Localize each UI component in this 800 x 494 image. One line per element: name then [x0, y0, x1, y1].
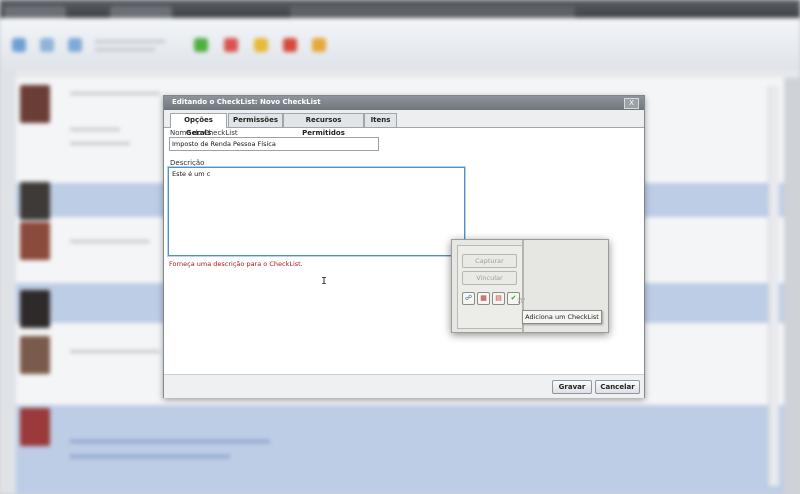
list-header [0, 70, 800, 78]
ribbon-icon [194, 38, 208, 52]
list-row [16, 405, 784, 494]
tab-opcoes-gerais[interactable]: Opções Gerais [170, 113, 227, 137]
error-message: Forneça uma descrição para o CheckList. [169, 260, 303, 268]
descricao-textarea[interactable]: Este é um c I [168, 167, 465, 287]
ribbon-icon [68, 38, 82, 52]
avatar [20, 408, 50, 446]
ribbon-icon [12, 38, 26, 52]
save-button[interactable]: Gravar [552, 380, 592, 394]
close-button[interactable]: X [624, 98, 639, 109]
bg-tab [290, 6, 575, 18]
capturar-button[interactable]: Capturar [462, 254, 517, 268]
bg-tab [110, 6, 172, 18]
row-text [70, 455, 230, 458]
cancel-button[interactable]: Cancelar [595, 380, 640, 394]
avatar [20, 290, 50, 328]
avatar [20, 222, 50, 260]
left-sidebar [0, 70, 16, 494]
zoom-callout: Capturar Vincular ☍ ▦ ▤ ✔ ☞ Adiciona um … [451, 239, 609, 333]
row-text [70, 350, 160, 353]
ribbon-icon [254, 38, 268, 52]
ribbon-icon [40, 38, 54, 52]
tab-itens[interactable]: Itens [364, 113, 397, 127]
descricao-label: Descrição [170, 159, 205, 167]
ribbon-text [95, 40, 165, 43]
avatar [20, 85, 50, 123]
row-text [70, 240, 150, 243]
tooltip: Adiciona um CheckList [522, 310, 602, 324]
avatar [20, 336, 50, 374]
tab-recursos-permitidos[interactable]: Recursos Permitidos [283, 113, 364, 137]
nome-checklist-input[interactable]: Imposto de Renda Pessoa Física [169, 137, 379, 151]
dialog-footer: Gravar Cancelar [164, 374, 644, 398]
ribbon-icon [283, 38, 297, 52]
text-cursor-icon: I [321, 276, 328, 287]
attach-icon[interactable]: ☍ [462, 292, 475, 305]
list-scrollbar [768, 86, 779, 486]
calendar-icon[interactable]: ▦ [477, 292, 490, 305]
bg-tab [4, 6, 66, 18]
dialog-titlebar: Editando o CheckList: Novo CheckList X [164, 96, 644, 110]
vincular-button[interactable]: Vincular [462, 271, 517, 285]
avatar [20, 182, 50, 220]
ribbon-toolbar [0, 18, 800, 71]
row-text [70, 92, 160, 95]
attachment-panel: Capturar Vincular ☍ ▦ ▤ ✔ ☞ [457, 245, 526, 329]
descricao-text: Este é um c [172, 170, 211, 178]
tab-bar: Opções Gerais Permissões Recursos Permit… [164, 110, 644, 137]
tab-permissoes[interactable]: Permissões [228, 113, 283, 127]
ribbon-icon [312, 38, 326, 52]
nome-label: Nome do CheckList [170, 129, 238, 137]
dialog-title: Editando o CheckList: Novo CheckList [172, 98, 321, 106]
ribbon-text [95, 48, 155, 51]
ribbon-icon [224, 38, 238, 52]
row-text [70, 440, 270, 443]
row-text [70, 142, 130, 145]
document-icon[interactable]: ▤ [492, 292, 505, 305]
row-text [70, 128, 120, 131]
